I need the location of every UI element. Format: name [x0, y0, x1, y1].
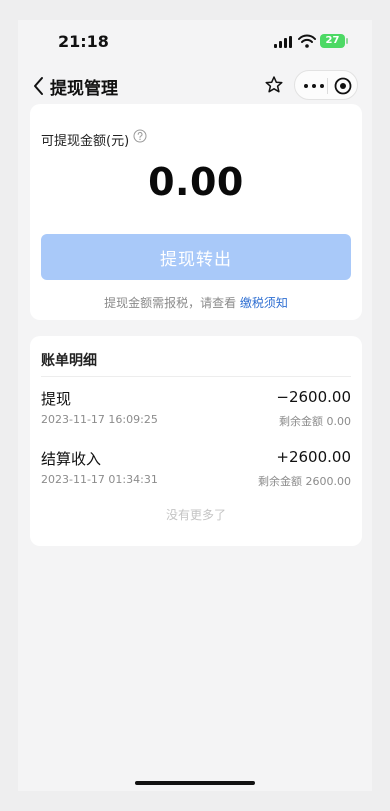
- bill-detail-card: 账单明细 提现 −2600.00 2023-11-17 16:09:25 剩余金…: [30, 336, 362, 546]
- record-amount: +2600.00: [276, 448, 351, 466]
- star-icon[interactable]: [264, 75, 284, 95]
- tax-note-text: 提现金额需报税，请查看: [104, 296, 237, 310]
- withdraw-button[interactable]: 提现转出: [41, 234, 351, 280]
- status-time: 21:18: [58, 32, 109, 51]
- record-time: 2023-11-17 01:34:31: [41, 473, 158, 486]
- divider: [41, 376, 351, 377]
- record-balance: 剩余金额 0.00: [279, 415, 351, 428]
- record-time: 2023-11-17 16:09:25: [41, 413, 158, 426]
- balance-card: 可提现金额(元) 0.00 提现转出 提现金额需报税，请查看 缴税须知: [30, 104, 362, 320]
- balance-amount: 0.00: [148, 160, 244, 204]
- home-indicator: [135, 781, 255, 785]
- wifi-icon: [298, 34, 316, 48]
- record-title: 结算收入: [41, 450, 102, 468]
- mini-program-capsule: [294, 70, 358, 100]
- nav-bar: 提现管理: [18, 64, 372, 108]
- help-icon[interactable]: [133, 129, 147, 143]
- balance-label: 可提现金额(元): [41, 134, 130, 149]
- battery-icon: 27: [320, 34, 348, 48]
- phone-screen: 21:18 27 提现管理 可提现金额(元) 0.00 提现转出 提现金额需报税…: [18, 20, 372, 791]
- status-bar: 21:18 27: [18, 20, 372, 60]
- target-icon[interactable]: [334, 77, 352, 95]
- signal-icon: [274, 36, 292, 48]
- tax-note: 提现金额需报税，请查看 缴税须知: [30, 294, 362, 311]
- record-title: 提现: [41, 390, 72, 408]
- bill-record[interactable]: 结算收入 +2600.00 2023-11-17 01:34:31 剩余金额 2…: [41, 448, 351, 490]
- record-balance: 剩余金额 2600.00: [258, 475, 351, 488]
- tax-notice-link[interactable]: 缴税须知: [240, 296, 288, 310]
- no-more-text: 没有更多了: [165, 508, 226, 522]
- battery-level: 27: [320, 34, 345, 48]
- record-amount: −2600.00: [276, 388, 351, 406]
- capsule-divider: [327, 78, 328, 94]
- battery-tip: [346, 38, 348, 44]
- bill-detail-title: 账单明细: [41, 353, 97, 369]
- back-icon[interactable]: [32, 76, 46, 96]
- more-icon[interactable]: [303, 84, 325, 88]
- bill-record[interactable]: 提现 −2600.00 2023-11-17 16:09:25 剩余金额 0.0…: [41, 388, 351, 430]
- page-title: 提现管理: [50, 79, 118, 99]
